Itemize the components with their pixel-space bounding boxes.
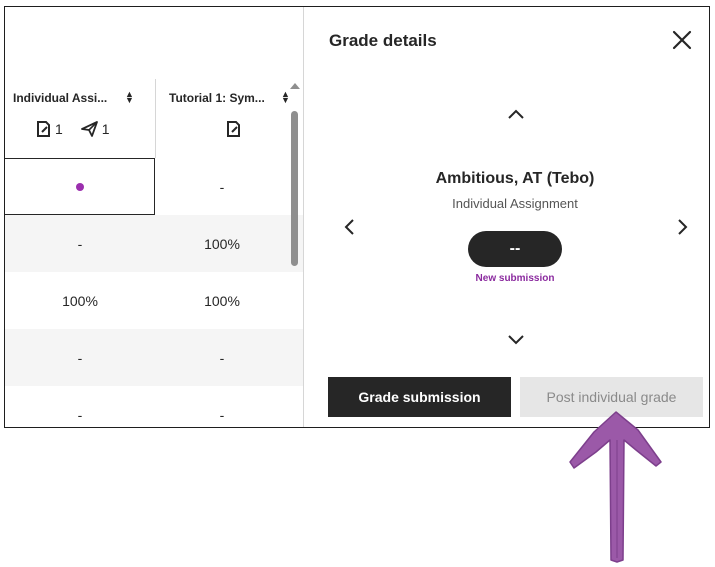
- selected-cell-outline: [5, 158, 155, 215]
- grade-cell[interactable]: -: [156, 158, 288, 215]
- annotation-arrow-icon: [569, 411, 662, 563]
- grade-details-panel: Grade details Ambitious, AT (Tebo) Indiv…: [304, 7, 709, 427]
- chevron-right-icon[interactable]: [677, 218, 689, 236]
- grade-cell[interactable]: 100%: [156, 215, 288, 272]
- grade-cell[interactable]: -: [5, 329, 155, 386]
- column-header-individual-assignment[interactable]: Individual Assi...: [13, 91, 107, 105]
- scrollbar-thumb[interactable]: [291, 111, 298, 266]
- needs-grading-icon: [227, 121, 240, 137]
- grade-pill[interactable]: --: [468, 231, 562, 267]
- chevron-down-icon[interactable]: [507, 334, 525, 346]
- grade-cell[interactable]: -: [156, 386, 288, 427]
- chevron-left-icon[interactable]: [343, 218, 355, 236]
- grade-submission-button[interactable]: Grade submission: [328, 377, 511, 417]
- table-row: - 100%: [5, 215, 303, 272]
- grade-cell[interactable]: 100%: [156, 272, 288, 329]
- gradebook-grid: Individual Assi... ▲ ▼ 1 1 Tutorial 1: Sy…: [5, 7, 303, 427]
- grade-cell[interactable]: -: [5, 215, 155, 272]
- student-name: Ambitious, AT (Tebo): [435, 170, 595, 187]
- column-2-counts: [226, 121, 241, 137]
- submitted-icon: [80, 121, 98, 137]
- gradebook-frame: Individual Assi... ▲ ▼ 1 1 Tutorial 1: Sy…: [4, 6, 710, 428]
- table-row: - -: [5, 386, 303, 427]
- status-label: New submission: [475, 273, 555, 284]
- close-icon[interactable]: [671, 29, 693, 51]
- column-1-counts: 1 1: [36, 121, 110, 137]
- grade-cell[interactable]: -: [5, 386, 155, 427]
- assignment-name: Individual Assignment: [452, 196, 578, 211]
- sort-icon[interactable]: ▲ ▼: [125, 90, 134, 105]
- panel-title: Grade details: [329, 31, 437, 50]
- submitted-count: 1: [101, 121, 110, 137]
- table-row: - -: [5, 329, 303, 386]
- table-row: 100% 100%: [5, 272, 303, 329]
- grade-cell[interactable]: -: [156, 329, 288, 386]
- scroll-up-arrow-icon[interactable]: [290, 83, 300, 89]
- needs-grading-count: 1: [55, 121, 63, 137]
- needs-grading-icon: [37, 121, 50, 137]
- chevron-up-icon[interactable]: [507, 108, 525, 120]
- grade-cell[interactable]: 100%: [5, 272, 155, 329]
- column-header-tutorial-1[interactable]: Tutorial 1: Sym...: [169, 91, 265, 105]
